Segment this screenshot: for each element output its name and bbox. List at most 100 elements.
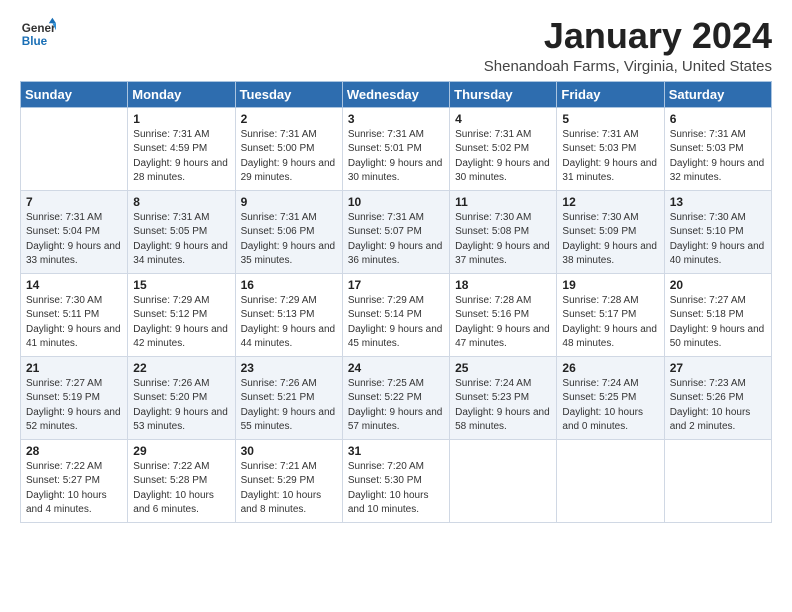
svg-text:Blue: Blue — [22, 35, 48, 48]
day-info: Sunrise: 7:27 AMSunset: 5:19 PMDaylight:… — [26, 377, 122, 435]
day-info: Sunrise: 7:24 AMSunset: 5:23 PMDaylight:… — [455, 377, 551, 435]
calendar-cell: 9 Sunrise: 7:31 AMSunset: 5:06 PMDaylight… — [235, 190, 342, 273]
day-number: 3 — [348, 112, 444, 126]
day-number: 24 — [348, 361, 444, 375]
day-info: Sunrise: 7:27 AMSunset: 5:18 PMDaylight:… — [670, 294, 766, 352]
day-number: 14 — [26, 278, 122, 292]
header-thursday: Thursday — [450, 81, 557, 107]
header-sunday: Sunday — [21, 81, 128, 107]
month-title: January 2024 — [484, 16, 772, 56]
calendar-cell: 25Sunrise: 7:24 AMSunset: 5:23 PMDayligh… — [450, 356, 557, 439]
day-info: Sunrise: 7:31 AMSunset: 5:01 PMDaylight:… — [348, 128, 444, 186]
day-info: Sunrise: 7:20 AMSunset: 5:30 PMDaylight:… — [348, 460, 444, 518]
day-number: 5 — [562, 112, 658, 126]
day-info: Sunrise: 7:30 AMSunset: 5:08 PMDaylight:… — [455, 211, 551, 269]
day-number: 12 — [562, 195, 658, 209]
header-monday: Monday — [128, 81, 235, 107]
calendar-cell: 22Sunrise: 7:26 AMSunset: 5:20 PMDayligh… — [128, 356, 235, 439]
calendar-cell: 7 Sunrise: 7:31 AMSunset: 5:04 PMDaylight… — [21, 190, 128, 273]
calendar-page: General Blue January 2024 Shenandoah Far… — [0, 0, 792, 612]
location-title: Shenandoah Farms, Virginia, United State… — [484, 58, 772, 75]
calendar-week-1: 1 Sunrise: 7:31 AMSunset: 4:59 PMDaylight… — [21, 107, 772, 190]
calendar-cell: 13Sunrise: 7:30 AMSunset: 5:10 PMDayligh… — [664, 190, 771, 273]
calendar-cell — [21, 107, 128, 190]
day-info: Sunrise: 7:28 AMSunset: 5:16 PMDaylight:… — [455, 294, 551, 352]
day-info: Sunrise: 7:22 AMSunset: 5:27 PMDaylight:… — [26, 460, 122, 518]
day-number: 10 — [348, 195, 444, 209]
day-info: Sunrise: 7:28 AMSunset: 5:17 PMDaylight:… — [562, 294, 658, 352]
day-number: 18 — [455, 278, 551, 292]
day-info: Sunrise: 7:25 AMSunset: 5:22 PMDaylight:… — [348, 377, 444, 435]
header-tuesday: Tuesday — [235, 81, 342, 107]
svg-text:General: General — [22, 22, 56, 35]
calendar-cell: 1 Sunrise: 7:31 AMSunset: 4:59 PMDaylight… — [128, 107, 235, 190]
calendar-cell: 28 Sunrise: 7:22 AMSunset: 5:27 PMDayligh… — [21, 439, 128, 522]
calendar-week-3: 14 Sunrise: 7:30 AMSunset: 5:11 PMDayligh… — [21, 273, 772, 356]
day-number: 20 — [670, 278, 766, 292]
day-number: 17 — [348, 278, 444, 292]
title-block: January 2024 Shenandoah Farms, Virginia,… — [484, 16, 772, 75]
calendar-cell: 4 Sunrise: 7:31 AMSunset: 5:02 PMDaylight… — [450, 107, 557, 190]
day-info: Sunrise: 7:31 AMSunset: 5:03 PMDaylight:… — [562, 128, 658, 186]
day-number: 11 — [455, 195, 551, 209]
day-number: 7 — [26, 195, 122, 209]
calendar-cell: 14 Sunrise: 7:30 AMSunset: 5:11 PMDayligh… — [21, 273, 128, 356]
calendar-cell: 20 Sunrise: 7:27 AMSunset: 5:18 PMDayligh… — [664, 273, 771, 356]
day-info: Sunrise: 7:31 AMSunset: 5:04 PMDaylight:… — [26, 211, 122, 269]
day-info: Sunrise: 7:21 AMSunset: 5:29 PMDaylight:… — [241, 460, 337, 518]
calendar-week-4: 21 Sunrise: 7:27 AMSunset: 5:19 PMDayligh… — [21, 356, 772, 439]
logo-icon: General Blue — [20, 16, 56, 52]
day-number: 8 — [133, 195, 229, 209]
calendar-cell: 26Sunrise: 7:24 AMSunset: 5:25 PMDayligh… — [557, 356, 664, 439]
calendar-cell — [450, 439, 557, 522]
header-saturday: Saturday — [664, 81, 771, 107]
day-info: Sunrise: 7:31 AMSunset: 5:06 PMDaylight:… — [241, 211, 337, 269]
day-info: Sunrise: 7:29 AMSunset: 5:13 PMDaylight:… — [241, 294, 337, 352]
day-number: 27 — [670, 361, 766, 375]
calendar-cell: 19 Sunrise: 7:28 AMSunset: 5:17 PMDayligh… — [557, 273, 664, 356]
calendar-cell: 24 Sunrise: 7:25 AMSunset: 5:22 PMDayligh… — [342, 356, 449, 439]
day-number: 19 — [562, 278, 658, 292]
calendar-cell: 5 Sunrise: 7:31 AMSunset: 5:03 PMDaylight… — [557, 107, 664, 190]
calendar-cell: 23Sunrise: 7:26 AMSunset: 5:21 PMDayligh… — [235, 356, 342, 439]
day-number: 1 — [133, 112, 229, 126]
day-number: 6 — [670, 112, 766, 126]
day-info: Sunrise: 7:30 AMSunset: 5:09 PMDaylight:… — [562, 211, 658, 269]
day-number: 4 — [455, 112, 551, 126]
weekday-header-row: Sunday Monday Tuesday Wednesday Thursday… — [21, 81, 772, 107]
calendar-cell: 6 Sunrise: 7:31 AMSunset: 5:03 PMDaylight… — [664, 107, 771, 190]
day-info: Sunrise: 7:31 AMSunset: 5:03 PMDaylight:… — [670, 128, 766, 186]
day-info: Sunrise: 7:31 AMSunset: 5:00 PMDaylight:… — [241, 128, 337, 186]
logo: General Blue — [20, 16, 56, 52]
calendar-cell — [557, 439, 664, 522]
header-wednesday: Wednesday — [342, 81, 449, 107]
day-info: Sunrise: 7:30 AMSunset: 5:10 PMDaylight:… — [670, 211, 766, 269]
day-info: Sunrise: 7:29 AMSunset: 5:12 PMDaylight:… — [133, 294, 229, 352]
day-info: Sunrise: 7:30 AMSunset: 5:11 PMDaylight:… — [26, 294, 122, 352]
calendar-table: Sunday Monday Tuesday Wednesday Thursday… — [20, 81, 772, 523]
day-info: Sunrise: 7:31 AMSunset: 5:02 PMDaylight:… — [455, 128, 551, 186]
day-info: Sunrise: 7:31 AMSunset: 5:07 PMDaylight:… — [348, 211, 444, 269]
day-info: Sunrise: 7:23 AMSunset: 5:26 PMDaylight:… — [670, 377, 766, 435]
day-number: 21 — [26, 361, 122, 375]
calendar-cell: 10 Sunrise: 7:31 AMSunset: 5:07 PMDayligh… — [342, 190, 449, 273]
day-info: Sunrise: 7:31 AMSunset: 5:05 PMDaylight:… — [133, 211, 229, 269]
calendar-cell: 16Sunrise: 7:29 AMSunset: 5:13 PMDayligh… — [235, 273, 342, 356]
header: General Blue January 2024 Shenandoah Far… — [20, 16, 772, 75]
day-number: 29 — [133, 444, 229, 458]
calendar-cell: 17Sunrise: 7:29 AMSunset: 5:14 PMDayligh… — [342, 273, 449, 356]
calendar-cell: 2Sunrise: 7:31 AMSunset: 5:00 PMDaylight… — [235, 107, 342, 190]
day-info: Sunrise: 7:26 AMSunset: 5:20 PMDaylight:… — [133, 377, 229, 435]
calendar-week-2: 7 Sunrise: 7:31 AMSunset: 5:04 PMDaylight… — [21, 190, 772, 273]
calendar-cell: 3 Sunrise: 7:31 AMSunset: 5:01 PMDaylight… — [342, 107, 449, 190]
day-number: 30 — [241, 444, 337, 458]
day-number: 9 — [241, 195, 337, 209]
day-number: 26 — [562, 361, 658, 375]
day-info: Sunrise: 7:31 AMSunset: 4:59 PMDaylight:… — [133, 128, 229, 186]
calendar-cell: 12 Sunrise: 7:30 AMSunset: 5:09 PMDayligh… — [557, 190, 664, 273]
day-number: 31 — [348, 444, 444, 458]
day-number: 15 — [133, 278, 229, 292]
calendar-cell: 30 Sunrise: 7:21 AMSunset: 5:29 PMDayligh… — [235, 439, 342, 522]
day-number: 28 — [26, 444, 122, 458]
day-info: Sunrise: 7:26 AMSunset: 5:21 PMDaylight:… — [241, 377, 337, 435]
